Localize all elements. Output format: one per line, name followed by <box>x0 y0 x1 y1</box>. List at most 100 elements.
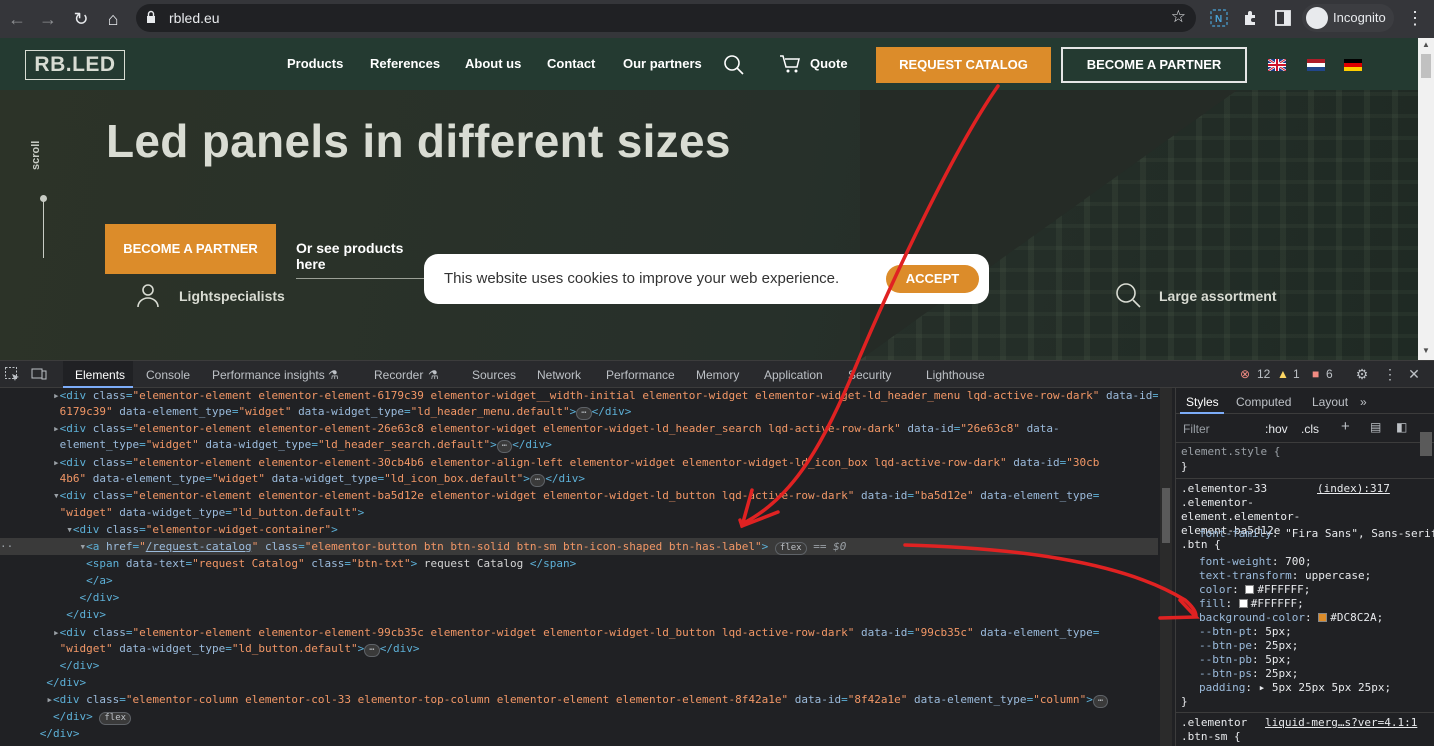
extension-icon[interactable]: N <box>1209 8 1229 28</box>
search-icon[interactable] <box>723 54 744 75</box>
quote-link[interactable]: Quote <box>810 56 848 71</box>
css-prop[interactable]: font-weight: 700; <box>1199 555 1312 569</box>
elements-scroll-thumb[interactable] <box>1162 488 1170 543</box>
inspect-icon[interactable] <box>4 366 20 382</box>
dom-node[interactable]: ▾<div class="elementor-element elementor… <box>0 487 1158 504</box>
styles-scroll-thumb[interactable] <box>1420 432 1432 456</box>
menu-products[interactable]: Products <box>287 56 343 71</box>
hov-toggle[interactable]: :hov <box>1265 422 1288 436</box>
rule2-source-link[interactable]: liquid-merg…s?ver=4.1:1 <box>1265 716 1417 730</box>
url-text[interactable]: rbled.eu <box>169 10 220 26</box>
tab-lighthouse[interactable]: Lighthouse <box>926 368 985 382</box>
issues-icon[interactable]: ■ <box>1312 367 1319 381</box>
home-icon[interactable]: ⌂ <box>100 6 126 32</box>
scroll-down-icon[interactable]: ▼ <box>1422 346 1430 355</box>
color-swatch[interactable] <box>1238 599 1248 608</box>
dom-node[interactable]: </a> <box>0 572 1158 589</box>
reload-icon[interactable]: ↻ <box>68 6 94 32</box>
dom-node[interactable]: ▸<div class="elementor-column elementor-… <box>0 691 1158 708</box>
tab-application[interactable]: Application <box>764 368 823 382</box>
tab-memory[interactable]: Memory <box>696 368 739 382</box>
color-swatch[interactable] <box>1245 585 1255 594</box>
dom-node[interactable]: <span data-text="request Catalog" class=… <box>0 555 1158 572</box>
tab-performance[interactable]: Performance <box>606 368 675 382</box>
elements-scrollbar[interactable] <box>1160 388 1172 746</box>
devtools-menu-icon[interactable]: ⋮ <box>1382 366 1398 382</box>
flag-de-icon[interactable] <box>1344 59 1362 71</box>
dom-node-cont[interactable]: "widget" data-widget_type="ld_button.def… <box>0 504 1158 521</box>
css-prop[interactable]: fill: #FFFFFF; <box>1199 597 1304 611</box>
become-partner-hero-button[interactable]: BECOME A PARTNER <box>105 224 276 274</box>
tab-performance-insights[interactable]: Performance insights <box>212 368 325 382</box>
rule1-source-link[interactable]: (index):317 <box>1317 482 1390 496</box>
paint-icon[interactable]: ▤ <box>1370 420 1381 434</box>
filter-input[interactable]: Filter <box>1183 422 1210 436</box>
incognito-badge[interactable]: Incognito <box>1302 4 1394 32</box>
sidepanel-icon[interactable] <box>1273 8 1293 28</box>
flag-uk-icon[interactable] <box>1268 59 1286 71</box>
dom-node-cont[interactable]: 6179c39" data-element_type="widget" data… <box>0 403 1158 420</box>
tab-network[interactable]: Network <box>537 368 581 382</box>
settings-gear-icon[interactable]: ⚙ <box>1354 366 1370 382</box>
add-rule-icon[interactable]: + <box>1341 418 1350 435</box>
forward-icon[interactable]: → <box>35 6 61 32</box>
dom-node[interactable]: </div> <box>0 674 1158 691</box>
tab-styles[interactable]: Styles <box>1186 395 1219 409</box>
page-scrollbar[interactable]: ▲ ▼ <box>1418 38 1434 360</box>
menu-contact[interactable]: Contact <box>547 56 595 71</box>
css-prop[interactable]: --btn-pt: 5px; <box>1199 625 1292 639</box>
request-catalog-button[interactable]: REQUEST CATALOG <box>876 47 1051 83</box>
sidebar-toggle-icon[interactable]: ◧ <box>1396 420 1407 434</box>
cart-icon[interactable] <box>779 54 801 74</box>
close-devtools-icon[interactable]: ✕ <box>1406 366 1422 382</box>
error-count[interactable]: 12 <box>1257 367 1270 381</box>
more-tabs-icon[interactable]: » <box>1360 395 1367 409</box>
scroll-up-icon[interactable]: ▲ <box>1422 40 1430 49</box>
dom-node[interactable]: ▸<div class="elementor-element elementor… <box>0 454 1158 471</box>
flag-nl-icon[interactable] <box>1307 59 1325 71</box>
elements-tree[interactable]: ▸<div class="elementor-element elementor… <box>0 388 1158 746</box>
site-logo[interactable]: RB.LED <box>25 50 125 80</box>
cookie-accept-button[interactable]: ACCEPT <box>886 265 979 293</box>
menu-references[interactable]: References <box>370 56 440 71</box>
css-prop[interactable]: --btn-ps: 25px; <box>1199 667 1298 681</box>
error-icon[interactable]: ⊗ <box>1240 367 1250 381</box>
color-swatch[interactable] <box>1318 613 1328 622</box>
dom-node[interactable]: </div> <box>0 657 1158 674</box>
warning-icon[interactable]: ▲ <box>1277 367 1289 381</box>
css-prop[interactable]: padding: ▸ 5px 25px 5px 25px; <box>1199 681 1391 695</box>
warning-count[interactable]: 1 <box>1293 367 1300 381</box>
tab-layout[interactable]: Layout <box>1312 395 1348 409</box>
star-icon[interactable]: ☆ <box>1171 7 1186 27</box>
element-style-rule[interactable]: element.style { <box>1181 445 1280 459</box>
dom-node[interactable]: </div> flex <box>0 708 1158 725</box>
tab-console[interactable]: Console <box>146 368 190 382</box>
tab-recorder[interactable]: Recorder <box>374 368 423 382</box>
tab-computed[interactable]: Computed <box>1236 395 1291 409</box>
kebab-icon[interactable]: ⋮ <box>1406 6 1424 30</box>
back-icon[interactable]: ← <box>4 6 30 32</box>
css-prop[interactable]: --btn-pb: 5px; <box>1199 653 1292 667</box>
see-products-link[interactable]: Or see products here <box>296 240 434 279</box>
cls-toggle[interactable]: .cls <box>1301 422 1319 436</box>
css-prop[interactable]: color: #FFFFFF; <box>1199 583 1310 597</box>
puzzle-icon[interactable] <box>1241 8 1261 28</box>
dom-node-cont[interactable]: "widget" data-widget_type="ld_button.def… <box>0 640 1158 657</box>
dom-node[interactable]: ▸<div class="elementor-element elementor… <box>0 624 1158 641</box>
dom-node[interactable]: ▾<div class="elementor-widget-container"… <box>0 521 1158 538</box>
dom-node[interactable]: ▸<div class="elementor-element elementor… <box>0 420 1158 437</box>
address-bar[interactable]: rbled.eu ☆ <box>136 4 1196 32</box>
dom-node[interactable]: </div> <box>0 589 1158 606</box>
dom-node[interactable]: </div> <box>0 725 1158 742</box>
tab-security[interactable]: Security <box>848 368 891 382</box>
rule2-selector[interactable]: .elementor .btn-sm { <box>1181 716 1261 744</box>
dom-node-selected[interactable]: ·· ▾<a href="/request-catalog" class="el… <box>0 538 1158 555</box>
menu-our-partners[interactable]: Our partners <box>623 56 702 71</box>
rule1-selector[interactable]: .elementor-33 .elementor-element.element… <box>1181 482 1311 552</box>
dom-node[interactable]: ▸<div class="elementor-element elementor… <box>0 388 1158 404</box>
page-scroll-thumb[interactable] <box>1421 54 1431 78</box>
css-prop[interactable]: background-color: #DC8C2A; <box>1199 611 1383 625</box>
dom-node[interactable]: </div> <box>0 606 1158 623</box>
dom-node-cont[interactable]: 4b6" data-element_type="widget" data-wid… <box>0 470 1158 487</box>
menu-about-us[interactable]: About us <box>465 56 521 71</box>
